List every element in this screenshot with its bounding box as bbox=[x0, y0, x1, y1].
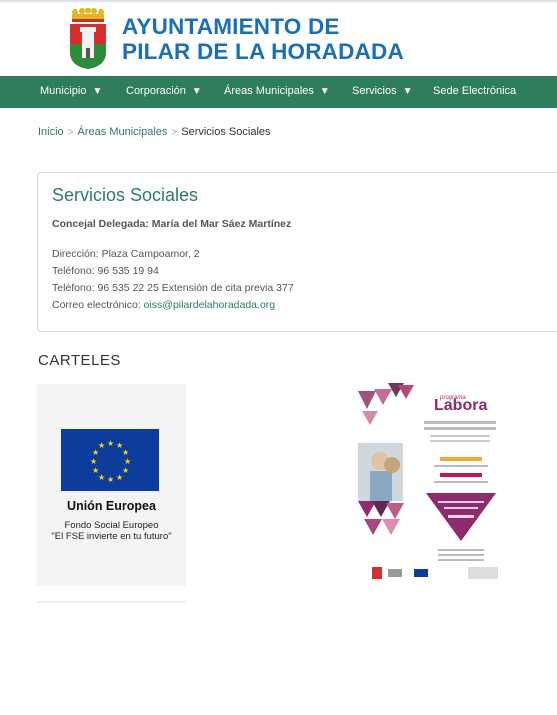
svg-text:★: ★ bbox=[124, 457, 131, 466]
breadcrumb-areas-link[interactable]: Áreas Municipales bbox=[78, 126, 168, 138]
poster-programa-labora[interactable]: programa Labora bbox=[358, 383, 508, 586]
dropdown-arrow-icon: ▼ bbox=[402, 86, 413, 97]
divider bbox=[37, 601, 186, 603]
svg-text:★: ★ bbox=[122, 448, 129, 457]
svg-text:★: ★ bbox=[116, 473, 123, 482]
breadcrumb-current: Servicios Sociales bbox=[181, 126, 271, 138]
svg-text:★: ★ bbox=[107, 475, 114, 484]
svg-text:★: ★ bbox=[92, 466, 99, 475]
posters-section-title: CARTELES bbox=[38, 352, 121, 369]
nav-item-corporacion[interactable]: Corporación ▼ bbox=[126, 76, 202, 108]
eu-fund-line1: Fondo Social Europeo bbox=[64, 520, 159, 531]
nav-item-label: Sede Electrónica bbox=[433, 85, 517, 97]
nav-item-sede-electronica[interactable]: Sede Electrónica bbox=[433, 76, 516, 108]
eu-stars-icon: ★ ★ ★ ★ ★ ★ ★ ★ ★ ★ ★ ★ bbox=[90, 439, 131, 484]
svg-text:★: ★ bbox=[90, 457, 97, 466]
dropdown-arrow-icon: ▼ bbox=[191, 86, 202, 97]
site-title[interactable]: AYUNTAMIENTO DE PILAR DE LA HORADADA bbox=[122, 14, 404, 64]
nav-item-label: Municipio bbox=[40, 85, 87, 97]
eu-flag-icon: ★ ★ ★ ★ ★ ★ ★ ★ ★ ★ ★ ★ bbox=[61, 429, 159, 491]
department-info-card: Servicios Sociales Concejal Delegada: Ma… bbox=[37, 172, 557, 332]
eu-fund-text: Fondo Social Europeo "El FSE invierte en… bbox=[37, 520, 186, 542]
municipal-crest-icon[interactable] bbox=[66, 8, 110, 70]
poster-union-europea[interactable]: ★ ★ ★ ★ ★ ★ ★ ★ ★ ★ ★ ★ Unión Europea Fo… bbox=[37, 384, 186, 586]
breadcrumb-home-link[interactable]: Inicio bbox=[38, 126, 64, 138]
email-label: Correo electrónico: bbox=[52, 299, 144, 311]
eu-fund-line2: "El FSE invierte en tu futuro" bbox=[51, 531, 172, 542]
nav-item-label: Corporación bbox=[126, 85, 186, 97]
eu-name: Unión Europea bbox=[67, 499, 156, 513]
nav-item-areas-municipales[interactable]: Áreas Municipales ▼ bbox=[224, 76, 330, 108]
email-link[interactable]: oiss@pilardelahoradada.org bbox=[144, 299, 276, 311]
dropdown-arrow-icon: ▼ bbox=[92, 86, 103, 97]
breadcrumb-separator: > bbox=[171, 127, 178, 138]
phone-line-2: Teléfono: 96 535 22 25 Extensión de cita… bbox=[52, 282, 294, 294]
nav-item-municipio[interactable]: Municipio ▼ bbox=[40, 76, 102, 108]
dropdown-arrow-icon: ▼ bbox=[319, 86, 330, 97]
top-border bbox=[0, 0, 557, 2]
svg-text:★: ★ bbox=[107, 439, 114, 448]
labora-logo: Labora bbox=[434, 397, 488, 414]
councillor-name: Concejal Delegada: María del Mar Sáez Ma… bbox=[52, 218, 292, 230]
svg-text:★: ★ bbox=[98, 441, 105, 450]
breadcrumb-separator: > bbox=[67, 127, 74, 138]
nav-item-label: Áreas Municipales bbox=[224, 85, 314, 97]
site-title-line2: PILAR DE LA HORADADA bbox=[122, 39, 404, 64]
site-header: AYUNTAMIENTO DE PILAR DE LA HORADADA bbox=[0, 0, 557, 76]
site-title-line1: AYUNTAMIENTO DE bbox=[122, 14, 340, 39]
main-navbar: Municipio ▼ Corporación ▼ Áreas Municipale… bbox=[0, 76, 557, 108]
email-line: Correo electrónico: oiss@pilardelahorada… bbox=[52, 297, 294, 314]
phone-line-1: Teléfono: 96 535 19 94 bbox=[52, 265, 159, 277]
nav-item-servicios[interactable]: Servicios ▼ bbox=[352, 76, 413, 108]
breadcrumb: Inicio > Áreas Municipales > Servicios Socia… bbox=[38, 126, 271, 138]
department-title: Servicios Sociales bbox=[52, 185, 199, 205]
nav-item-label: Servicios bbox=[352, 85, 397, 97]
contact-details: Dirección: Plaza Campoamor, 2 Teléfono: … bbox=[52, 246, 294, 314]
address-line: Dirección: Plaza Campoamor, 2 bbox=[52, 248, 200, 260]
